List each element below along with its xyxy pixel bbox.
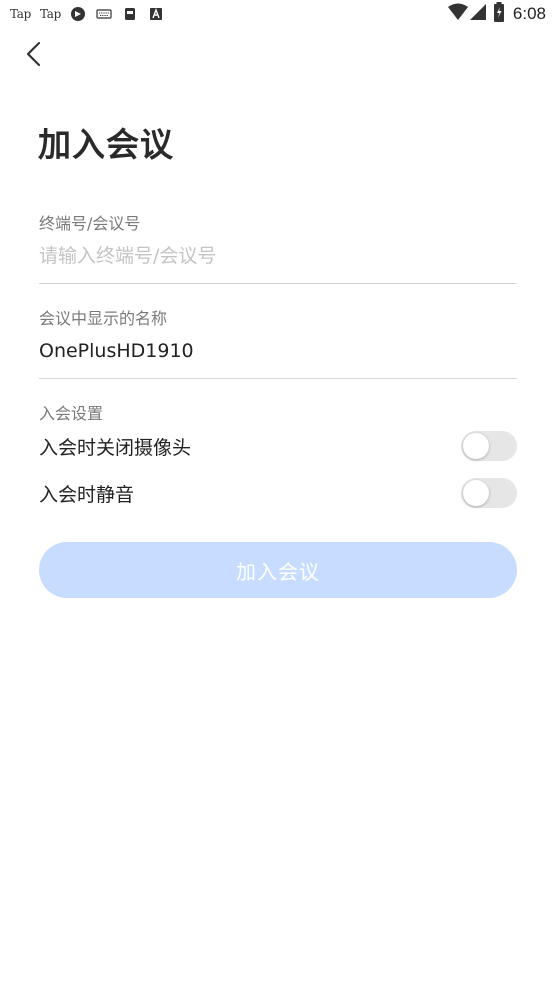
sim-card-icon xyxy=(122,6,138,22)
mute-toggle[interactable] xyxy=(461,478,517,508)
taptap-notification-1: Tap xyxy=(10,7,32,21)
meeting-id-divider xyxy=(39,283,517,284)
status-bar-right: 6:08 xyxy=(447,2,546,26)
battery-charging-icon xyxy=(493,2,505,26)
meeting-id-label: 终端号/会议号 xyxy=(39,214,141,233)
chevron-left-icon xyxy=(26,41,41,67)
toggle-knob xyxy=(463,480,489,506)
display-name-divider xyxy=(39,378,517,379)
text-icon xyxy=(148,6,164,22)
toggle-knob xyxy=(463,433,489,459)
signal-icon xyxy=(469,3,487,25)
join-settings-label: 入会设置 xyxy=(39,404,104,423)
status-bar: Tap Tap 6:08 xyxy=(0,0,556,28)
app-icon xyxy=(70,6,86,22)
keyboard-icon xyxy=(96,6,112,22)
join-meeting-button[interactable]: 加入会议 xyxy=(39,542,517,598)
meeting-id-input[interactable] xyxy=(39,240,517,272)
taptap-notification-2: Tap xyxy=(40,7,62,21)
camera-off-toggle[interactable] xyxy=(461,431,517,461)
display-name-input[interactable] xyxy=(39,335,517,367)
mute-label: 入会时静音 xyxy=(39,484,135,506)
status-bar-left: Tap Tap xyxy=(10,5,174,23)
camera-off-label: 入会时关闭摄像头 xyxy=(39,437,192,459)
page-title: 加入会议 xyxy=(38,125,174,164)
wifi-icon xyxy=(447,3,469,25)
display-name-label: 会议中显示的名称 xyxy=(39,309,168,328)
status-time: 6:08 xyxy=(512,4,546,23)
back-button[interactable] xyxy=(22,40,46,68)
